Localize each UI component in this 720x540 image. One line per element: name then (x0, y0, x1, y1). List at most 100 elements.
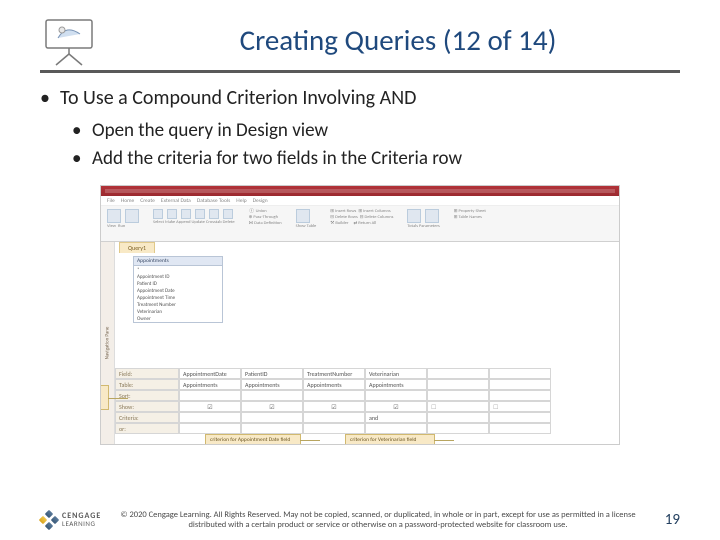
callout-vet-field: criterion for Veterinarian field (345, 434, 435, 445)
grid-cell (427, 412, 489, 423)
logo-line2: Learning (62, 519, 95, 528)
grid-cell: PatientID (241, 368, 303, 379)
bullet-l2b-text: Add the criteria for two fields in the C… (92, 146, 462, 172)
update-icon (195, 209, 205, 219)
field-list-box: Appointments * Appointment ID Patient ID… (133, 256, 223, 323)
grid-cell: Appointments (241, 379, 303, 390)
access-titlebar (101, 186, 619, 196)
bullet-l2a-text: Open the query in Design view (92, 118, 328, 144)
bullet-level-1: • To Use a Compound Criterion Involving … (40, 85, 680, 112)
bullet-dot: • (40, 85, 52, 112)
delete-icon (223, 209, 233, 219)
grid-cell (427, 379, 489, 390)
grid-label-show: Show: (115, 401, 179, 412)
field-row: Owner (134, 315, 222, 322)
callout-both-true: because criteria are on the same row, bo… (100, 385, 109, 410)
title-row: Creating Queries (12 of 14) (40, 18, 680, 73)
cengage-logo: Cengage Learning (40, 511, 106, 529)
grid-cell: AppointmentDate (179, 368, 241, 379)
ribbon-tab: Help (236, 198, 246, 204)
grid-cell: Veterinarian (365, 368, 427, 379)
grid-cell (489, 390, 551, 401)
grid-cell: Appointments (365, 379, 427, 390)
bullet-dot: • (72, 118, 84, 144)
grid-cell (179, 412, 241, 423)
field-row: * (134, 266, 222, 273)
footer: Cengage Learning © 2020 Cengage Learning… (40, 510, 680, 530)
ribbon-tab: Home (121, 198, 134, 204)
grid-cell (303, 423, 365, 434)
query-tab: Query1 (119, 242, 155, 253)
grid-cell: and (365, 412, 427, 423)
body-text: • To Use a Compound Criterion Involving … (40, 85, 680, 171)
grid-cell (303, 412, 365, 423)
totals-icon (407, 209, 421, 223)
grid-cell: Appointments (179, 379, 241, 390)
grid-label-or: or: (115, 423, 179, 434)
page-number: 19 (650, 511, 680, 529)
grid-cell (489, 379, 551, 390)
ribbon-tab: Database Tools (197, 198, 230, 204)
show-checkbox (241, 401, 303, 412)
ribbon-tab: Create (140, 198, 155, 204)
ribbon-tab: File (107, 198, 115, 204)
access-screenshot-figure: File Home Create External Data Database … (100, 185, 620, 445)
ribbon-tab: Design (253, 198, 268, 204)
grid-cell (179, 390, 241, 401)
grid-cell (489, 368, 551, 379)
grid-cell (241, 390, 303, 401)
ribbon-tabs: File Home Create External Data Database … (101, 196, 619, 206)
show-checkbox (179, 401, 241, 412)
easel-icon (40, 18, 98, 66)
crosstab-icon (209, 209, 219, 219)
grid-label-field: Field: (115, 368, 179, 379)
run-icon (125, 209, 139, 223)
grid-label-table: Table: (115, 379, 179, 390)
select-icon (153, 209, 163, 219)
grid-cell (427, 423, 489, 434)
show-checkbox (365, 401, 427, 412)
bullet-dot: • (72, 146, 84, 172)
grid-cell (427, 390, 489, 401)
nav-pane-label: Navigation Pane (105, 327, 111, 360)
bullet-level-2: • Open the query in Design view (72, 118, 680, 144)
grid-cell: Appointments (303, 379, 365, 390)
field-row: Appointment Time (134, 294, 222, 301)
grid-cell (241, 412, 303, 423)
grid-cell (489, 412, 551, 423)
field-row: Veterinarian (134, 308, 222, 315)
field-list-header: Appointments (134, 257, 222, 266)
field-row: Appointment ID (134, 273, 222, 280)
bullet-l1-text: To Use a Compound Criterion Involving AN… (60, 85, 416, 112)
ribbon-tab: External Data (161, 198, 191, 204)
callout-appt-date: criterion for Appointment Date field (205, 434, 301, 445)
grid-label-sort: Sort: (115, 390, 179, 401)
grid-cell (241, 423, 303, 434)
ribbon: View Run Select Make Append Update Cross… (101, 206, 619, 242)
field-row: Patient ID (134, 280, 222, 287)
show-checkbox (427, 401, 489, 412)
show-checkbox (489, 401, 551, 412)
grid-cell (303, 390, 365, 401)
cengage-mark-icon (40, 511, 58, 529)
append-icon (181, 209, 191, 219)
copyright-text: © 2020 Cengage Learning. All Rights Rese… (118, 510, 638, 530)
slide-title: Creating Queries (12 of 14) (116, 18, 680, 58)
navigation-pane: Navigation Pane (101, 242, 115, 444)
field-row: Appointment Date (134, 287, 222, 294)
query-design-grid: Field: AppointmentDate PatientID Treatme… (115, 368, 619, 444)
grid-cell (427, 368, 489, 379)
show-checkbox (303, 401, 365, 412)
grid-cell (179, 423, 241, 434)
field-row: Treatment Number (134, 301, 222, 308)
grid-cell (489, 423, 551, 434)
grid-cell (365, 390, 427, 401)
grid-label-criteria: Criteria: (115, 412, 179, 423)
bullet-level-2: • Add the criteria for two fields in the… (72, 146, 680, 172)
show-table-icon (296, 209, 310, 223)
params-icon (425, 209, 439, 223)
view-icon (107, 209, 121, 223)
grid-cell (365, 423, 427, 434)
grid-cell: TreatmentNumber (303, 368, 365, 379)
make-table-icon (167, 209, 177, 219)
